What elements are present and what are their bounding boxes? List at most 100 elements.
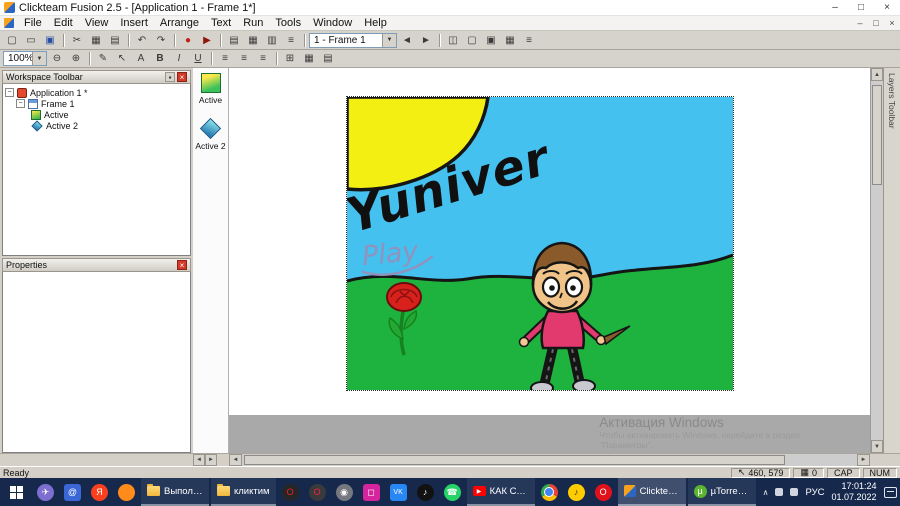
volume-icon[interactable] bbox=[790, 488, 799, 496]
frame-canvas[interactable]: Yuniver Play Активация Windows Чтобы акт… bbox=[229, 68, 870, 453]
zoom-selector[interactable]: 100% ▼ bbox=[3, 51, 47, 66]
taskbar-opera[interactable]: O bbox=[277, 478, 304, 506]
event-list-editor-icon[interactable]: ≡ bbox=[282, 33, 300, 48]
menu-help[interactable]: Help bbox=[358, 17, 393, 29]
close-button[interactable]: × bbox=[874, 0, 900, 15]
menu-view[interactable]: View bbox=[79, 17, 115, 29]
next-frame-icon[interactable]: ► bbox=[417, 33, 435, 48]
taskbar-telegram[interactable]: ✈ bbox=[32, 478, 59, 506]
menu-file[interactable]: File bbox=[18, 17, 48, 29]
vertical-scroll-thumb[interactable] bbox=[872, 85, 882, 185]
align-right-icon[interactable]: ≡ bbox=[254, 51, 272, 66]
undo-icon[interactable]: ↶ bbox=[133, 33, 151, 48]
taskbar-whatsapp[interactable]: ☎ bbox=[439, 478, 466, 506]
taskbar-firefox[interactable] bbox=[113, 478, 140, 506]
scroll-up-icon[interactable]: ▲ bbox=[871, 68, 883, 81]
taskbar-window-folder[interactable]: кликтим bbox=[211, 478, 276, 506]
horizontal-scroll-thumb[interactable] bbox=[244, 455, 786, 465]
menu-tools[interactable]: Tools bbox=[269, 17, 307, 29]
horizontal-scroll-track[interactable] bbox=[242, 454, 857, 466]
child-minimize-button[interactable]: – bbox=[852, 18, 868, 28]
minimize-button[interactable]: – bbox=[822, 0, 848, 15]
taskbar-vk[interactable]: VK bbox=[385, 478, 412, 506]
maximize-button[interactable]: □ bbox=[848, 0, 874, 15]
taskbar-tiktok[interactable]: ♪ bbox=[412, 478, 439, 506]
scroll-right-icon[interactable]: ► bbox=[857, 454, 870, 466]
objects-panel-scrollbar[interactable]: ◄ ► bbox=[193, 454, 229, 466]
close-icon[interactable]: × bbox=[177, 260, 187, 270]
tree-item-frame[interactable]: − Frame 1 bbox=[5, 98, 188, 109]
taskbar-mail[interactable]: @ bbox=[59, 478, 86, 506]
scroll-down-icon[interactable]: ▼ bbox=[871, 440, 883, 453]
taskbar-camera[interactable]: ◉ bbox=[331, 478, 358, 506]
taskbar-window-youtube[interactable]: ▶ КАК СОЗ... bbox=[466, 478, 535, 506]
italic-icon[interactable]: I bbox=[170, 51, 188, 66]
scroll-right-icon[interactable]: ► bbox=[205, 454, 217, 466]
align-left-icon[interactable]: ≡ bbox=[216, 51, 234, 66]
bold-icon[interactable]: B bbox=[151, 51, 169, 66]
horizontal-scrollbar[interactable]: ◄ ► bbox=[229, 454, 870, 466]
scroll-left-icon[interactable]: ◄ bbox=[229, 454, 242, 466]
network-icon[interactable] bbox=[775, 488, 784, 496]
hidden-icons-chevron[interactable]: ∧ bbox=[763, 488, 769, 497]
taskbar-window-explorer[interactable]: Выполне... bbox=[141, 478, 209, 506]
notification-center-icon[interactable] bbox=[883, 486, 897, 498]
menu-options-icon[interactable]: ≡ bbox=[520, 33, 538, 48]
monitor-icon[interactable]: ▢ bbox=[463, 33, 481, 48]
object-item-active[interactable]: Active bbox=[199, 73, 222, 105]
align-center-icon[interactable]: ≡ bbox=[235, 51, 253, 66]
redo-icon[interactable]: ↷ bbox=[152, 33, 170, 48]
chevron-down-icon[interactable]: ▼ bbox=[382, 33, 396, 47]
taskbar-opera-browser[interactable]: O bbox=[590, 478, 617, 506]
storyboard-editor-icon[interactable]: ▤ bbox=[225, 33, 243, 48]
save-icon[interactable]: ▣ bbox=[41, 33, 59, 48]
zoom-out-icon[interactable]: ⊖ bbox=[48, 51, 66, 66]
menu-edit[interactable]: Edit bbox=[48, 17, 79, 29]
snap-to-grid-icon[interactable]: ▤ bbox=[319, 51, 337, 66]
pin-icon[interactable]: ▪ bbox=[165, 72, 175, 82]
taskbar-opera-gx[interactable]: O bbox=[304, 478, 331, 506]
child-restore-button[interactable]: □ bbox=[868, 18, 884, 28]
vertical-scroll-track[interactable] bbox=[871, 81, 883, 440]
run-application-icon[interactable]: ▶ bbox=[198, 33, 216, 48]
new-document-icon[interactable]: ▢ bbox=[3, 33, 21, 48]
center-frame-icon[interactable]: ⊞ bbox=[281, 51, 299, 66]
background-picture-object[interactable]: Yuniver Play bbox=[346, 96, 734, 391]
collapse-icon[interactable]: − bbox=[5, 88, 14, 97]
language-indicator[interactable]: РУС bbox=[805, 487, 824, 498]
tree-item-application[interactable]: − Application 1 * bbox=[5, 87, 188, 98]
tree-item-active[interactable]: Active bbox=[5, 109, 188, 120]
taskbar-instagram[interactable]: ◻ bbox=[358, 478, 385, 506]
taskbar-yandex-browser[interactable]: Я bbox=[86, 478, 113, 506]
collapse-icon[interactable]: − bbox=[16, 99, 25, 108]
close-icon[interactable]: × bbox=[177, 72, 187, 82]
menu-insert[interactable]: Insert bbox=[114, 17, 154, 29]
menu-window[interactable]: Window bbox=[307, 17, 358, 29]
layers-toolbar-strip[interactable]: Layers Toolbar bbox=[883, 68, 900, 453]
taskbar-window-utorrent[interactable]: µ µTorrent ... bbox=[687, 478, 756, 506]
scroll-left-icon[interactable]: ◄ bbox=[193, 454, 205, 466]
child-close-button[interactable]: × bbox=[884, 18, 900, 28]
taskbar-chrome[interactable] bbox=[536, 478, 563, 506]
object-item-active2[interactable]: Active 2 bbox=[195, 117, 226, 151]
start-button[interactable] bbox=[0, 478, 32, 506]
vertical-scrollbar[interactable]: ▲ ▼ bbox=[870, 68, 883, 453]
menu-arrange[interactable]: Arrange bbox=[154, 17, 205, 29]
pencil-icon[interactable]: ✎ bbox=[94, 51, 112, 66]
text-tool-icon[interactable]: A bbox=[132, 51, 150, 66]
copy-icon[interactable]: ▦ bbox=[87, 33, 105, 48]
underline-icon[interactable]: U bbox=[189, 51, 207, 66]
taskbar-yandex-music[interactable]: ♪ bbox=[563, 478, 590, 506]
cut-icon[interactable]: ✂ bbox=[68, 33, 86, 48]
taskbar-window-clickteam[interactable]: Clickteam... bbox=[617, 478, 686, 506]
grid-icon[interactable]: ▦ bbox=[300, 51, 318, 66]
frame-selector[interactable]: 1 - Frame 1 ▼ bbox=[309, 32, 397, 48]
open-icon[interactable]: ▭ bbox=[22, 33, 40, 48]
chevron-down-icon[interactable]: ▼ bbox=[32, 52, 46, 65]
select-tool-icon[interactable]: ↖ bbox=[113, 51, 131, 66]
menu-text[interactable]: Text bbox=[205, 17, 237, 29]
paste-icon[interactable]: ▤ bbox=[106, 33, 124, 48]
previous-frame-icon[interactable]: ◄ bbox=[398, 33, 416, 48]
stop-icon[interactable]: ● bbox=[179, 33, 197, 48]
menu-run[interactable]: Run bbox=[237, 17, 269, 29]
